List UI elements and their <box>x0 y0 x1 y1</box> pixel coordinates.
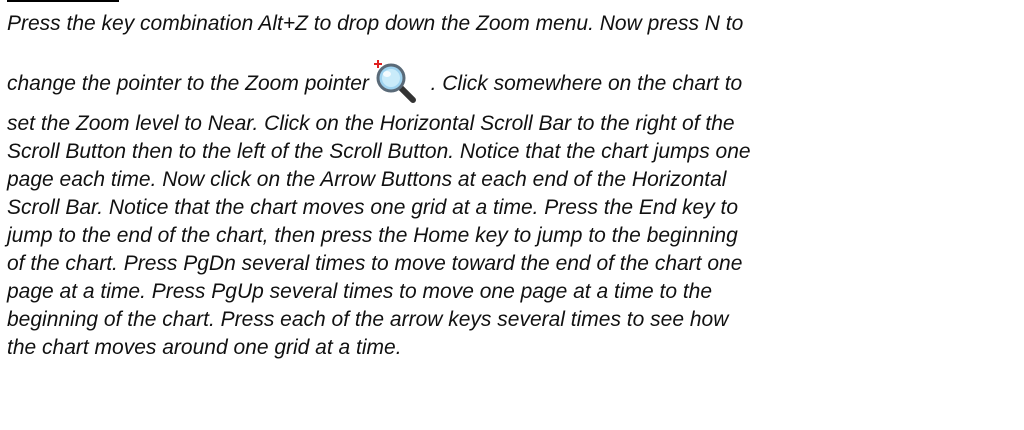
instruction-line-3: set the Zoom level to Near. Click on the… <box>7 112 735 135</box>
instruction-line-5: page each time. Now click on the Arrow B… <box>7 168 727 191</box>
instruction-line-9: page at a time. Press PgUp several times… <box>7 280 713 303</box>
instruction-line-1: Press the key combination Alt+Z to drop … <box>7 12 744 35</box>
instruction-line-8: of the chart. Press PgDn several times t… <box>7 252 743 275</box>
instruction-line-2-text-before: change the pointer to the Zoom pointer <box>7 72 369 95</box>
instruction-line-2: change the pointer to the Zoom pointer .… <box>7 58 742 104</box>
instruction-line-6: Scroll Bar. Notice that the chart moves … <box>7 196 739 219</box>
zoom-pointer-icon <box>373 58 419 104</box>
instruction-line-4: Scroll Button then to the left of the Sc… <box>7 140 751 163</box>
top-rule-divider <box>7 0 119 2</box>
instruction-line-11: the chart moves around one grid at a tim… <box>7 336 402 359</box>
instruction-line-10: beginning of the chart. Press each of th… <box>7 308 729 331</box>
instruction-line-2-text-after: . Click somewhere on the chart to <box>430 72 743 95</box>
instruction-line-7: jump to the end of the chart, then press… <box>7 224 738 247</box>
